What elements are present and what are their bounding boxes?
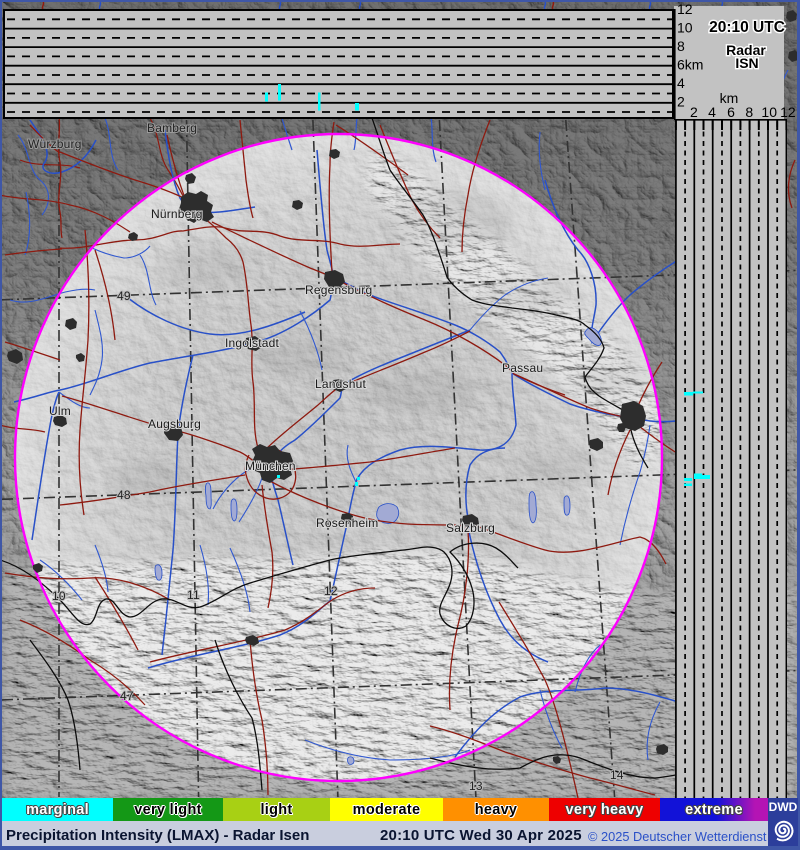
svg-text:Würzburg: Würzburg: [28, 137, 82, 151]
svg-text:11: 11: [187, 588, 200, 602]
svg-text:20:10 UTC: 20:10 UTC: [709, 19, 785, 36]
svg-text:10: 10: [761, 104, 777, 120]
svg-text:6: 6: [727, 104, 735, 120]
svg-text:Ingolstadt: Ingolstadt: [225, 336, 280, 350]
svg-text:Bamberg: Bamberg: [147, 121, 197, 135]
svg-text:12: 12: [324, 584, 338, 598]
svg-text:Ulm: Ulm: [49, 404, 71, 418]
svg-text:48: 48: [117, 488, 131, 502]
svg-text:Rosenheim: Rosenheim: [316, 516, 379, 530]
svg-text:2: 2: [677, 94, 685, 110]
svg-text:4: 4: [708, 104, 716, 120]
svg-text:Regensburg: Regensburg: [305, 283, 372, 297]
svg-text:2: 2: [690, 104, 698, 120]
svg-text:47: 47: [120, 689, 134, 703]
svg-text:Passau: Passau: [502, 361, 543, 375]
svg-text:14: 14: [610, 768, 624, 782]
svg-text:Augsburg: Augsburg: [148, 417, 201, 431]
svg-text:49: 49: [117, 289, 131, 303]
svg-text:4: 4: [677, 75, 685, 91]
svg-text:Landshut: Landshut: [315, 377, 366, 391]
svg-text:13: 13: [469, 779, 483, 793]
svg-text:8: 8: [745, 104, 753, 120]
svg-text:6km: 6km: [677, 57, 703, 73]
svg-text:10: 10: [52, 589, 66, 603]
svg-text:8: 8: [677, 38, 685, 54]
svg-text:Nürnberg: Nürnberg: [151, 207, 203, 221]
svg-text:München: München: [245, 459, 296, 473]
svg-text:12: 12: [677, 1, 693, 17]
svg-text:10: 10: [677, 20, 693, 36]
svg-text:12: 12: [780, 104, 796, 120]
svg-text:ISN: ISN: [735, 55, 758, 71]
svg-text:Salzburg: Salzburg: [446, 521, 495, 535]
